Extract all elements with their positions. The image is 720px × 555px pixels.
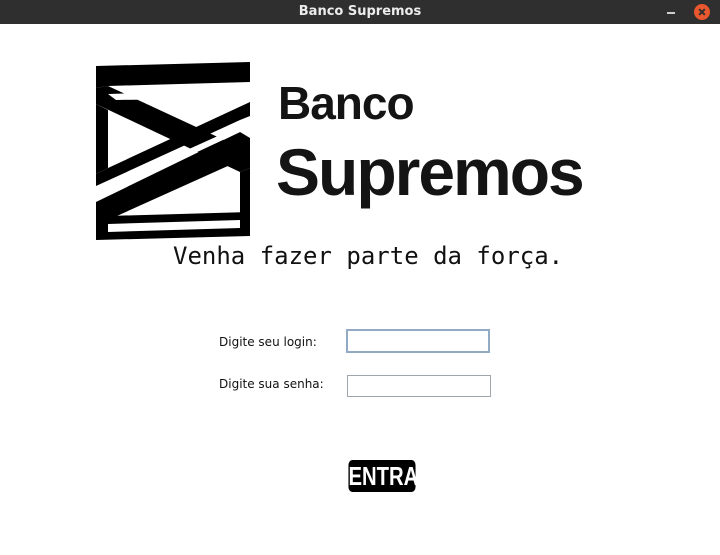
login-input[interactable] bbox=[346, 329, 490, 353]
tagline: Venha fazer parte da força. bbox=[173, 242, 564, 270]
title-bar[interactable]: Banco Supremos bbox=[0, 0, 720, 24]
login-panel: Banco Supremos Venha fazer parte da forç… bbox=[0, 24, 720, 555]
brand-name-line2: Supremos bbox=[276, 135, 585, 209]
window-title: Banco Supremos bbox=[298, 4, 422, 19]
password-label: Digite sua senha: bbox=[219, 377, 324, 391]
app-window: Banco Supremos Banco Supremos Venha faze… bbox=[0, 0, 720, 555]
bank-logo-icon bbox=[96, 62, 250, 240]
login-label: Digite seu login: bbox=[219, 335, 317, 349]
brand-name-line1: Banco bbox=[278, 77, 415, 129]
enter-button[interactable]: ENTRAR bbox=[348, 460, 433, 492]
minimize-icon[interactable] bbox=[664, 4, 680, 20]
close-icon[interactable] bbox=[694, 4, 710, 20]
password-input[interactable] bbox=[347, 375, 491, 397]
